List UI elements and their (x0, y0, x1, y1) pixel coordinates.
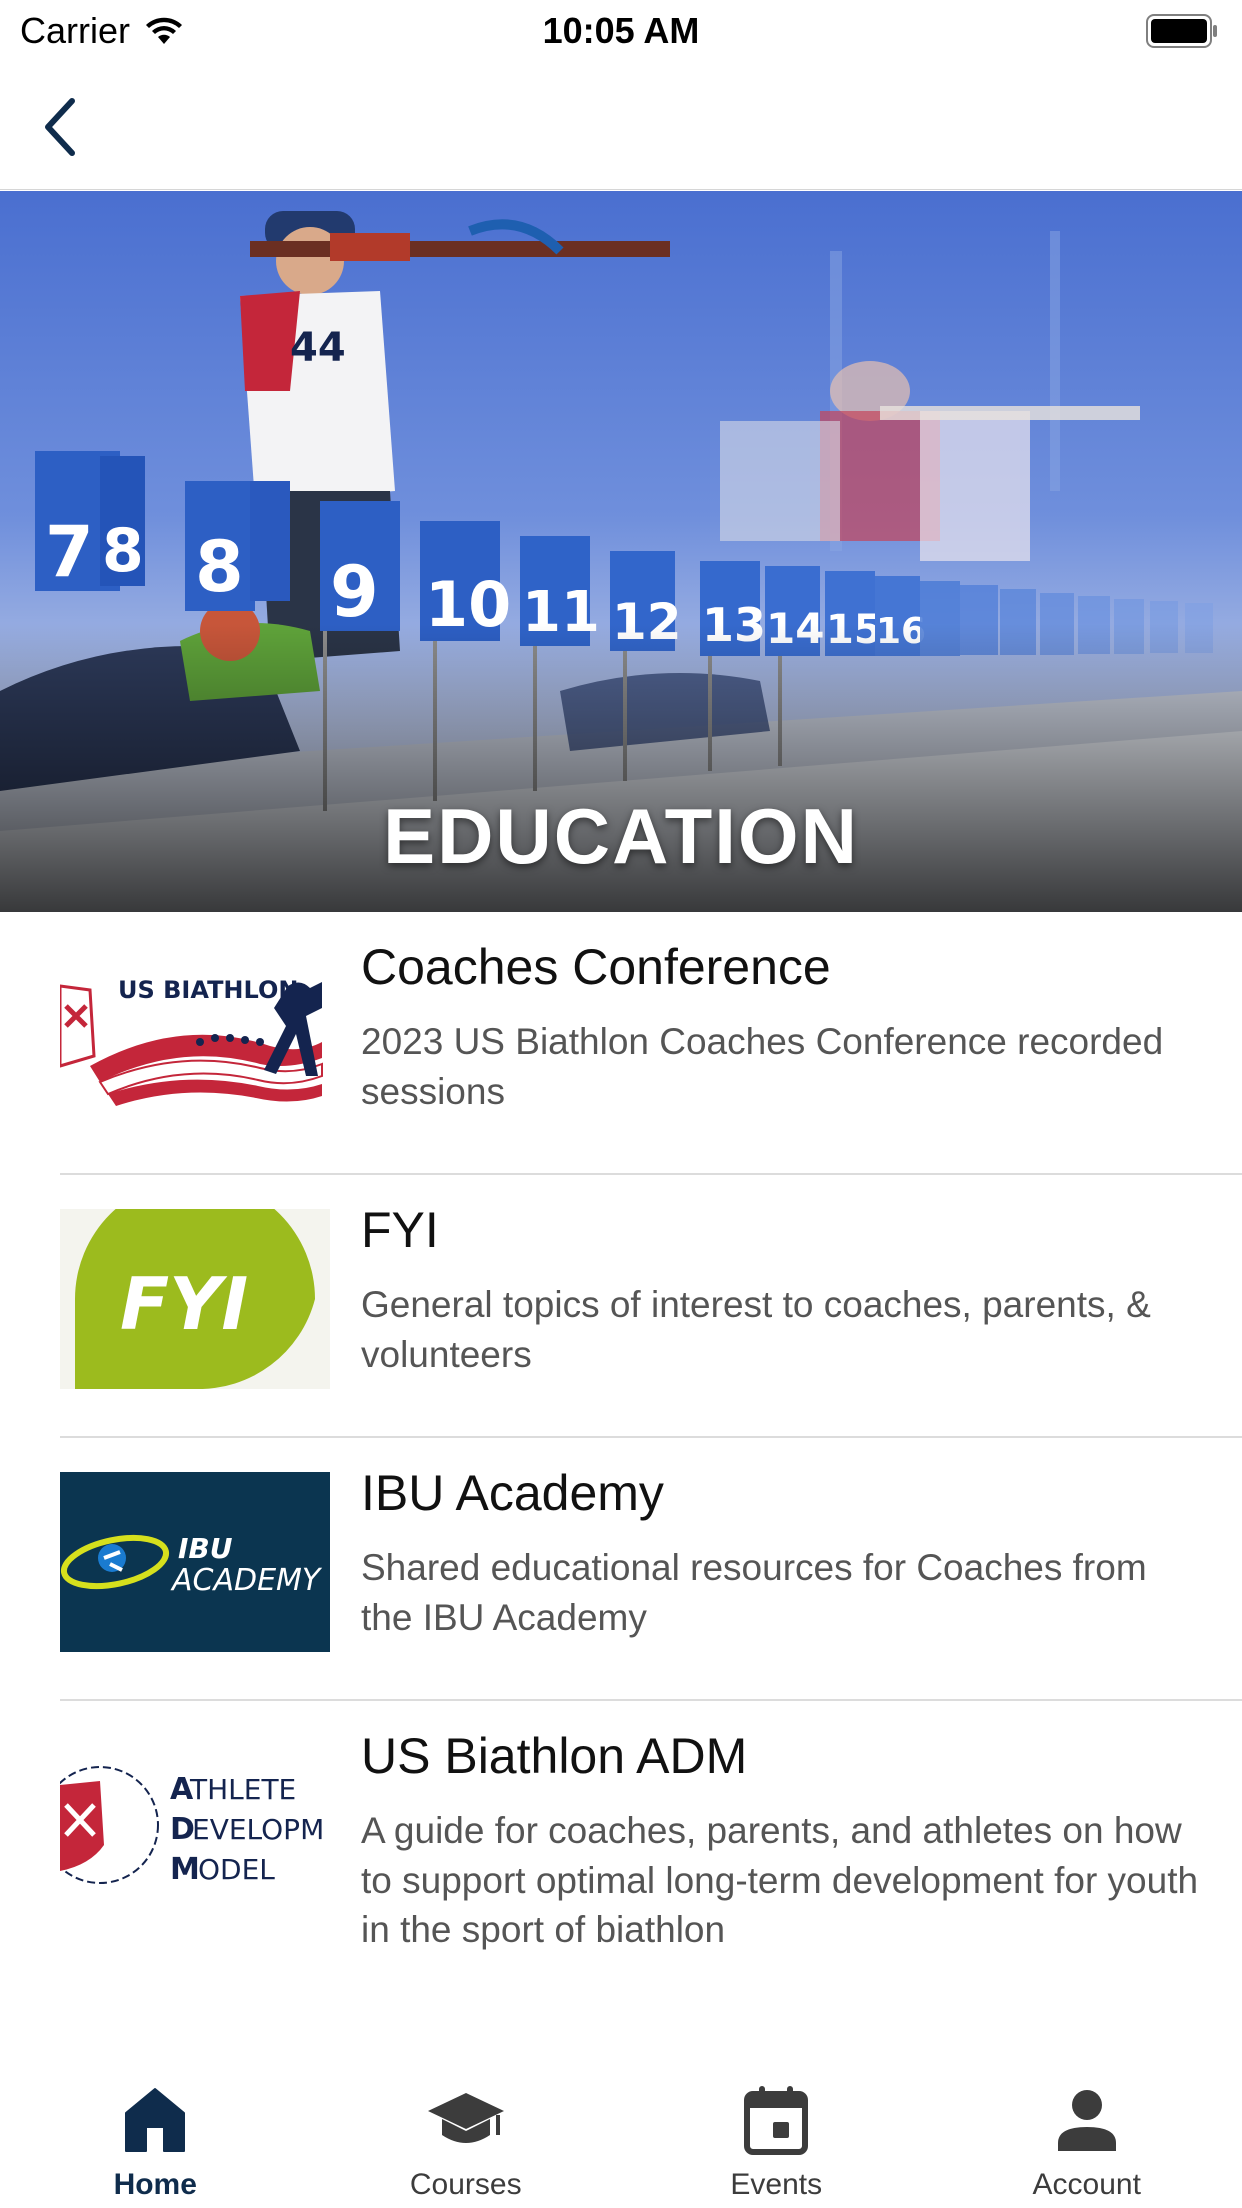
fyi-logo: FYI (60, 1209, 330, 1389)
chevron-left-icon (45, 98, 75, 156)
list-item-description: General topics of interest to coaches, p… (361, 1284, 1151, 1375)
status-time: 10:05 AM (542, 10, 700, 51)
list-item-description: 2023 US Biathlon Coaches Conference reco… (361, 1021, 1164, 1112)
list-item-title: IBU Academy (361, 1465, 664, 1521)
calendar-icon (736, 2080, 816, 2160)
svg-text:FYI: FYI (120, 1262, 248, 1346)
status-bar: Carrier 10:05 AM (0, 0, 1242, 62)
list-item-text: IBU Academy Shared educational resources… (361, 1466, 1202, 1642)
svg-text:US BIATHLON: US BIATHLON (118, 976, 298, 1004)
tab-label: Events (730, 2168, 823, 2201)
tab-events[interactable]: Events (621, 2058, 932, 2208)
list-item-title: US Biathlon ADM (361, 1728, 748, 1784)
svg-text:EVELOPM: EVELOPM (192, 1813, 324, 1846)
list-item-text: FYI General topics of interest to coache… (361, 1203, 1202, 1379)
tab-account[interactable]: Account (932, 2058, 1242, 2208)
tab-label: Account (1032, 2168, 1141, 2201)
svg-text:ODEL: ODEL (198, 1853, 275, 1886)
navigation-bar (0, 62, 1242, 190)
back-button[interactable] (30, 92, 90, 162)
svg-text:THLETE: THLETE (189, 1773, 296, 1806)
tab-label: Courses (409, 2168, 522, 2201)
list-item-us-biathlon-adm[interactable]: A THLETE D EVELOPM M ODEL US Biathlon AD… (0, 1701, 1242, 2021)
athlete-development-model-logo: A THLETE D EVELOPM M ODEL (60, 1735, 330, 1915)
tab-courses[interactable]: Courses (311, 2058, 622, 2208)
tab-bar: Home Courses Events Account (0, 2058, 1242, 2208)
tab-home[interactable]: Home (0, 2058, 311, 2208)
svg-text:ACADEMY: ACADEMY (170, 1563, 323, 1598)
list-item-title: FYI (361, 1202, 439, 1258)
list-item-text: Coaches Conference 2023 US Biathlon Coac… (361, 940, 1202, 1116)
list-item-description: A guide for coaches, parents, and athlet… (361, 1810, 1199, 1951)
education-list: US BIATHLON Coaches Conference 2023 US B… (0, 912, 1242, 2021)
tab-label: Home (113, 2168, 197, 2201)
list-item-coaches-conference[interactable]: US BIATHLON Coaches Conference 2023 US B… (0, 912, 1242, 1175)
list-item-ibu-academy[interactable]: IBU ACADEMY IBU Academy Shared education… (0, 1438, 1242, 1701)
ibu-academy-logo: IBU ACADEMY (60, 1472, 330, 1652)
list-item-title: Coaches Conference (361, 939, 831, 995)
list-item-text: US Biathlon ADM A guide for coaches, par… (361, 1729, 1202, 1955)
hero-title: EDUCATION (383, 792, 859, 880)
hero-banner: 44 7 8 8 9 10 11 12 13 14 15 16 (0, 191, 1242, 912)
svg-text:M: M (170, 1852, 200, 1887)
us-biathlon-logo: US BIATHLON (60, 946, 330, 1126)
home-icon (115, 2080, 195, 2160)
person-icon (1047, 2080, 1127, 2160)
battery-icon (1146, 14, 1217, 48)
graduation-cap-icon (426, 2080, 506, 2160)
svg-text:IBU: IBU (178, 1532, 233, 1565)
list-item-description: Shared educational resources for Coaches… (361, 1547, 1147, 1638)
list-item-fyi[interactable]: FYI FYI General topics of interest to co… (0, 1175, 1242, 1438)
